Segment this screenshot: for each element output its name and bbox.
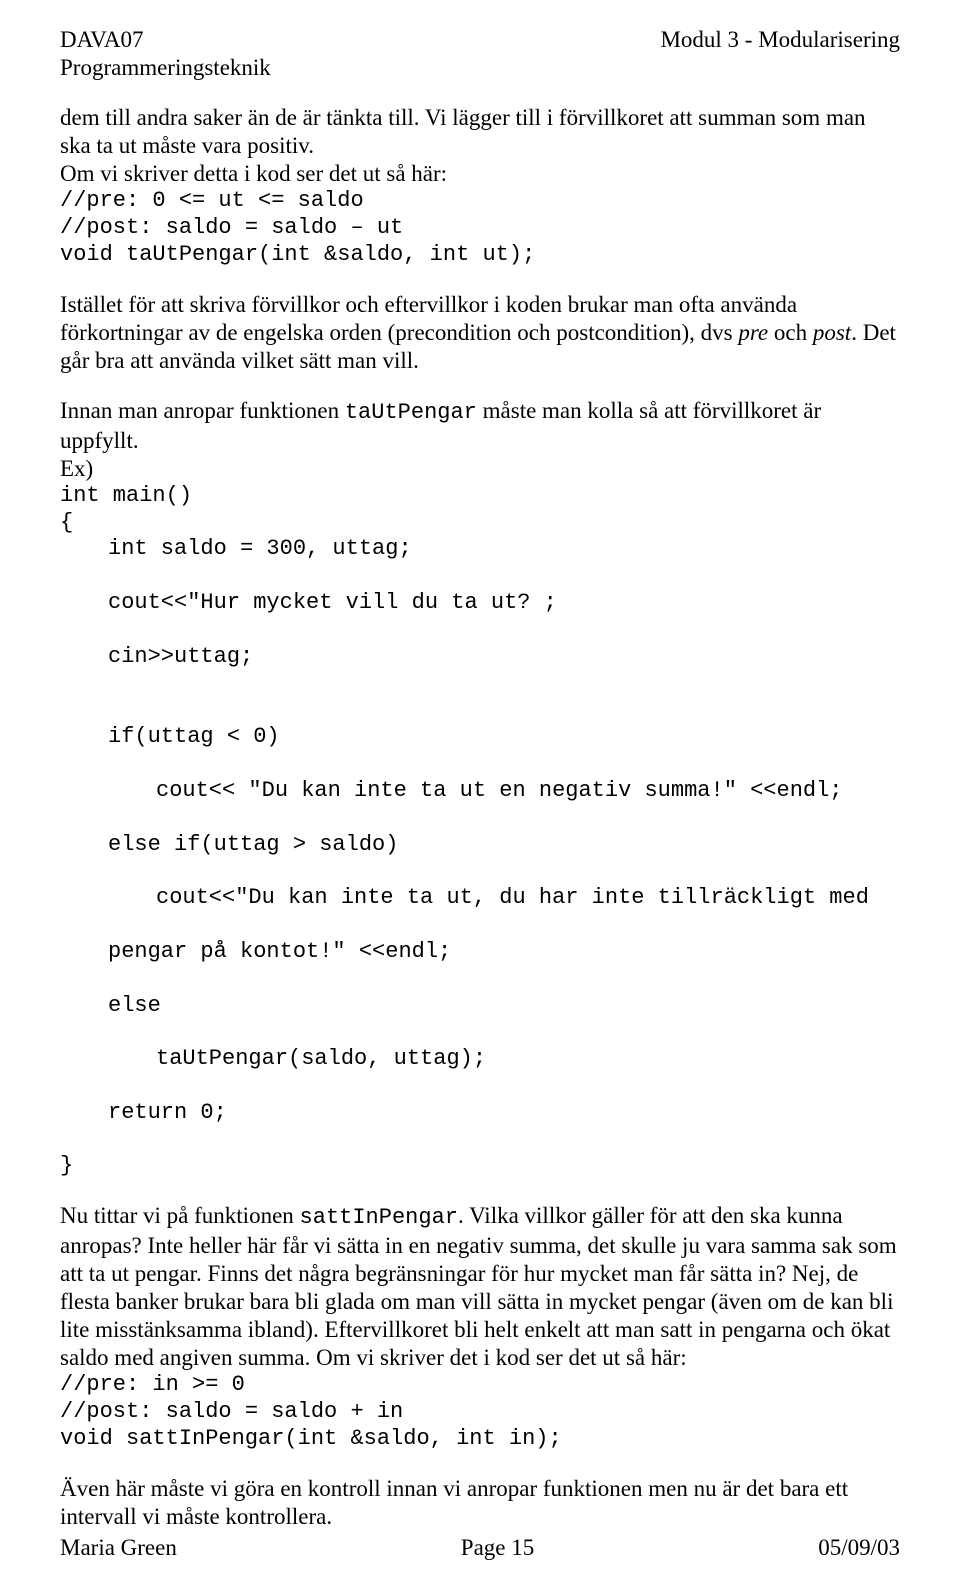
header-left: DAVA07 Programmeringsteknik — [60, 26, 271, 82]
paragraph: Innan man anropar funktionen taUtPengar … — [60, 397, 900, 455]
footer-date: 05/09/03 — [818, 1534, 900, 1562]
paragraph: dem till andra saker än de är tänkta til… — [60, 104, 900, 160]
code-block: int main() { int saldo = 300, uttag; cou… — [60, 483, 900, 1181]
footer-author: Maria Green — [60, 1534, 177, 1562]
page: DAVA07 Programmeringsteknik Modul 3 - Mo… — [0, 0, 960, 1588]
header-right: Modul 3 - Modularisering — [660, 26, 900, 82]
page-footer: Maria Green Page 15 05/09/03 — [60, 1534, 900, 1588]
code-block: //pre: 0 <= ut <= saldo //post: saldo = … — [60, 188, 900, 268]
page-body: dem till andra saker än de är tänkta til… — [60, 104, 900, 1534]
module-title: Modul 3 - Modularisering — [660, 26, 900, 54]
example-label: Ex) — [60, 455, 900, 483]
paragraph: Istället för att skriva förvillkor och e… — [60, 291, 900, 375]
code-block: //pre: in >= 0 //post: saldo = saldo + i… — [60, 1372, 900, 1452]
paragraph: Även här måste vi göra en kontroll innan… — [60, 1475, 900, 1531]
paragraph: Om vi skriver detta i kod ser det ut så … — [60, 160, 900, 188]
paragraph: Nu tittar vi på funktionen sattInPengar.… — [60, 1202, 900, 1372]
course-name: Programmeringsteknik — [60, 54, 271, 82]
course-code: DAVA07 — [60, 26, 271, 54]
page-header: DAVA07 Programmeringsteknik Modul 3 - Mo… — [60, 26, 900, 82]
footer-page: Page 15 — [461, 1534, 534, 1562]
